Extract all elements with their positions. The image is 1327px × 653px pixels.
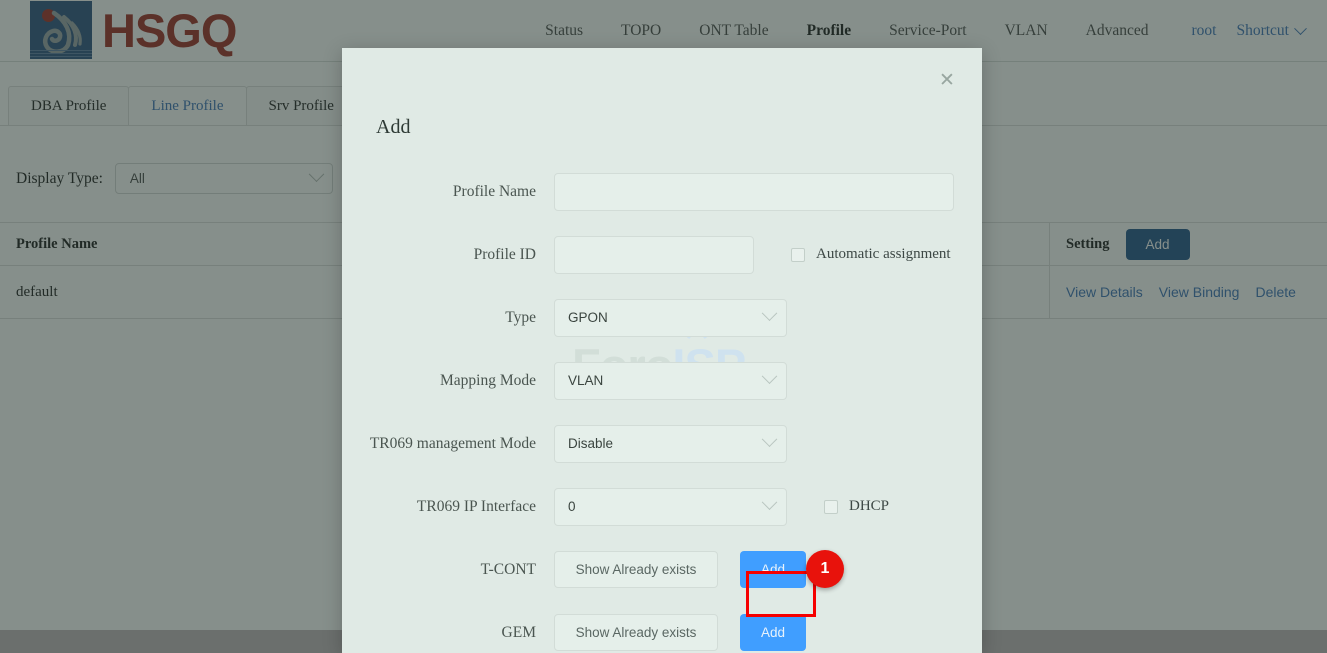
automatic-assignment-checkbox[interactable]: Automatic assignment bbox=[791, 246, 951, 263]
mapping-mode-label: Mapping Mode bbox=[439, 371, 536, 389]
profile-name-control bbox=[554, 172, 954, 211]
chevron-down-icon bbox=[761, 494, 778, 511]
dhcp-label: DHCP bbox=[849, 498, 890, 514]
field-row-profile-name: Profile Name bbox=[342, 160, 982, 223]
automatic-assignment-label: Automatic assignment bbox=[816, 246, 951, 262]
gem-add-button[interactable]: Add bbox=[740, 614, 806, 651]
tr069-ip-label: TR069 IP Interface bbox=[416, 497, 536, 515]
gem-show-exists-button[interactable]: Show Already exists bbox=[554, 614, 718, 651]
type-control: GPON bbox=[554, 298, 787, 337]
add-line-profile-dialog: Add ✕ ForoISP Profile Name Profile ID bbox=[342, 48, 982, 653]
close-icon[interactable]: ✕ bbox=[934, 67, 960, 93]
mapping-mode-value: VLAN bbox=[568, 373, 604, 388]
gem-control: Show Already exists Add bbox=[554, 614, 806, 651]
tr069-mode-value: Disable bbox=[568, 436, 614, 451]
profile-name-input[interactable] bbox=[554, 172, 954, 211]
field-row-tr069-mode: TR069 management Mode Disable bbox=[342, 412, 982, 475]
field-row-gem: GEM Show Already exists Add bbox=[342, 601, 982, 653]
gem-label: GEM bbox=[501, 623, 536, 641]
type-select[interactable]: GPON bbox=[554, 298, 787, 337]
dialog-title: Add bbox=[376, 116, 411, 138]
chevron-down-icon bbox=[761, 431, 778, 448]
profile-id-control: Automatic assignment bbox=[554, 235, 951, 274]
profile-id-input[interactable] bbox=[554, 235, 754, 274]
field-row-tcont: T-CONT Show Already exists Add bbox=[342, 538, 982, 601]
dhcp-checkbox[interactable]: DHCP bbox=[824, 498, 889, 515]
tr069-ip-select[interactable]: 0 bbox=[554, 487, 787, 526]
app-root: HSGQ Status TOPO ONT Table Profile Servi… bbox=[0, 0, 1327, 653]
add-profile-form: Profile Name Profile ID Automatic assign… bbox=[342, 160, 982, 653]
type-label: Type bbox=[505, 308, 536, 326]
profile-id-label: Profile ID bbox=[473, 245, 536, 263]
tcont-add-button[interactable]: Add bbox=[740, 551, 806, 588]
field-row-tr069-ip: TR069 IP Interface 0 DHCP bbox=[342, 475, 982, 538]
tr069-mode-control: Disable bbox=[554, 424, 787, 463]
chevron-down-icon bbox=[761, 368, 778, 385]
checkbox-box-icon bbox=[791, 247, 805, 262]
field-row-profile-id: Profile ID Automatic assignment bbox=[342, 223, 982, 286]
tcont-show-exists-button[interactable]: Show Already exists bbox=[554, 551, 718, 588]
tcont-control: Show Already exists Add bbox=[554, 551, 806, 588]
mapping-mode-control: VLAN bbox=[554, 361, 787, 400]
tr069-mode-select[interactable]: Disable bbox=[554, 424, 787, 463]
field-row-mapping-mode: Mapping Mode VLAN bbox=[342, 349, 982, 412]
chevron-down-icon bbox=[761, 305, 778, 322]
tr069-ip-value: 0 bbox=[568, 499, 576, 514]
profile-name-label: Profile Name bbox=[452, 182, 536, 200]
tr069-mode-label: TR069 management Mode bbox=[369, 434, 536, 452]
tr069-ip-control: 0 DHCP bbox=[554, 487, 889, 526]
mapping-mode-select[interactable]: VLAN bbox=[554, 361, 787, 400]
type-value: GPON bbox=[568, 310, 608, 325]
field-row-type: Type GPON bbox=[342, 286, 982, 349]
checkbox-box-icon bbox=[824, 499, 838, 514]
tcont-label: T-CONT bbox=[480, 560, 536, 578]
